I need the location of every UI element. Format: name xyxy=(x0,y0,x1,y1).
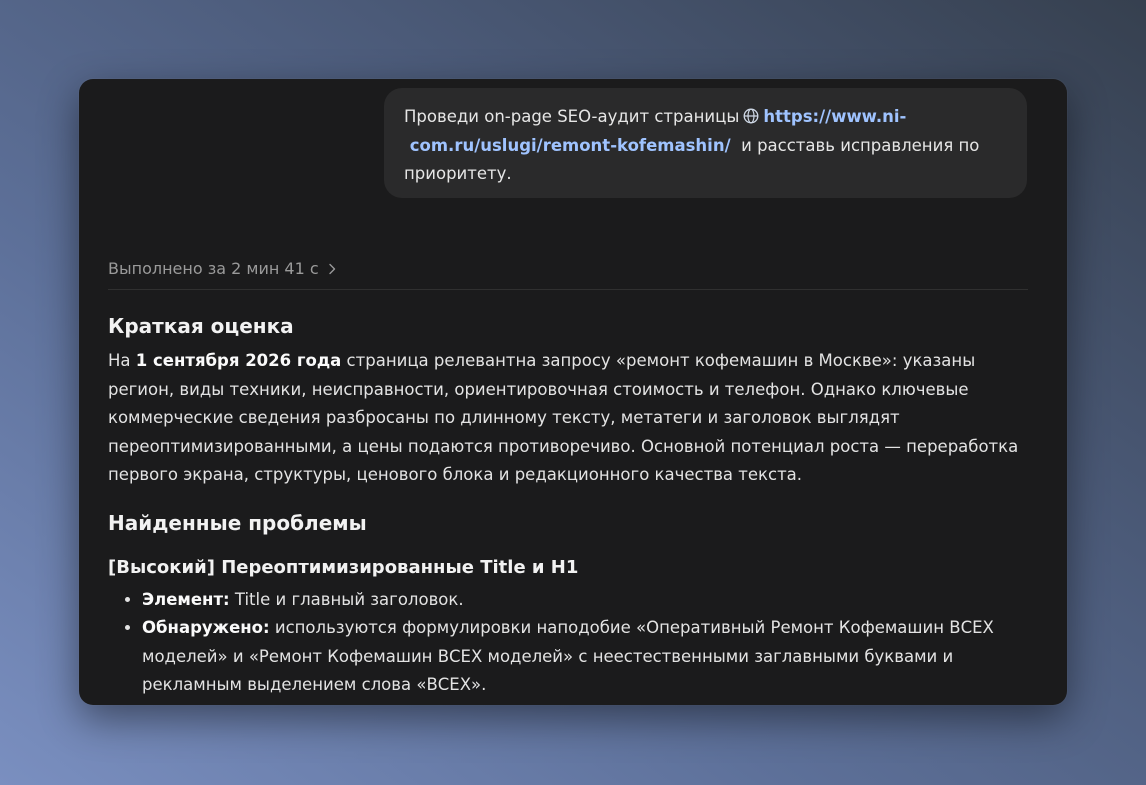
status-label: Выполнено за 2 мин 41 с xyxy=(108,259,319,278)
chat-window: Проведи on-page SEO-аудит страницы https:… xyxy=(79,79,1067,705)
summary-heading: Краткая оценка xyxy=(108,314,294,338)
list-item: Обнаружено: используются формулировки на… xyxy=(142,614,1028,700)
chevron-right-icon xyxy=(328,263,335,274)
user-message-text-after: и расставь исправления по xyxy=(741,135,980,155)
user-message-text: Проведи on-page SEO-аудит страницы xyxy=(404,107,740,126)
assistant-response: Краткая оценка На 1 сентября 2026 года с… xyxy=(108,311,1028,700)
list-item: Элемент: Title и главный заголовок. xyxy=(142,586,1028,615)
user-message-bubble: Проведи on-page SEO-аудит страницы https:… xyxy=(384,88,1027,198)
summary-paragraph: На 1 сентября 2026 года страница релеван… xyxy=(108,351,1019,484)
issue-title: [Высокий] Переоптимизированные Title и H… xyxy=(108,556,579,578)
problems-heading: Найденные проблемы xyxy=(108,510,367,535)
user-message-text-end: приоритету. xyxy=(404,164,512,183)
thinking-status-toggle[interactable]: Выполнено за 2 мин 41 с xyxy=(108,259,337,278)
summary-date: 1 сентября 2026 года xyxy=(135,351,342,370)
issue-details-list: Элемент: Title и главный заголовок. Обна… xyxy=(108,586,1028,700)
globe-icon xyxy=(743,105,759,124)
divider xyxy=(108,289,1028,290)
